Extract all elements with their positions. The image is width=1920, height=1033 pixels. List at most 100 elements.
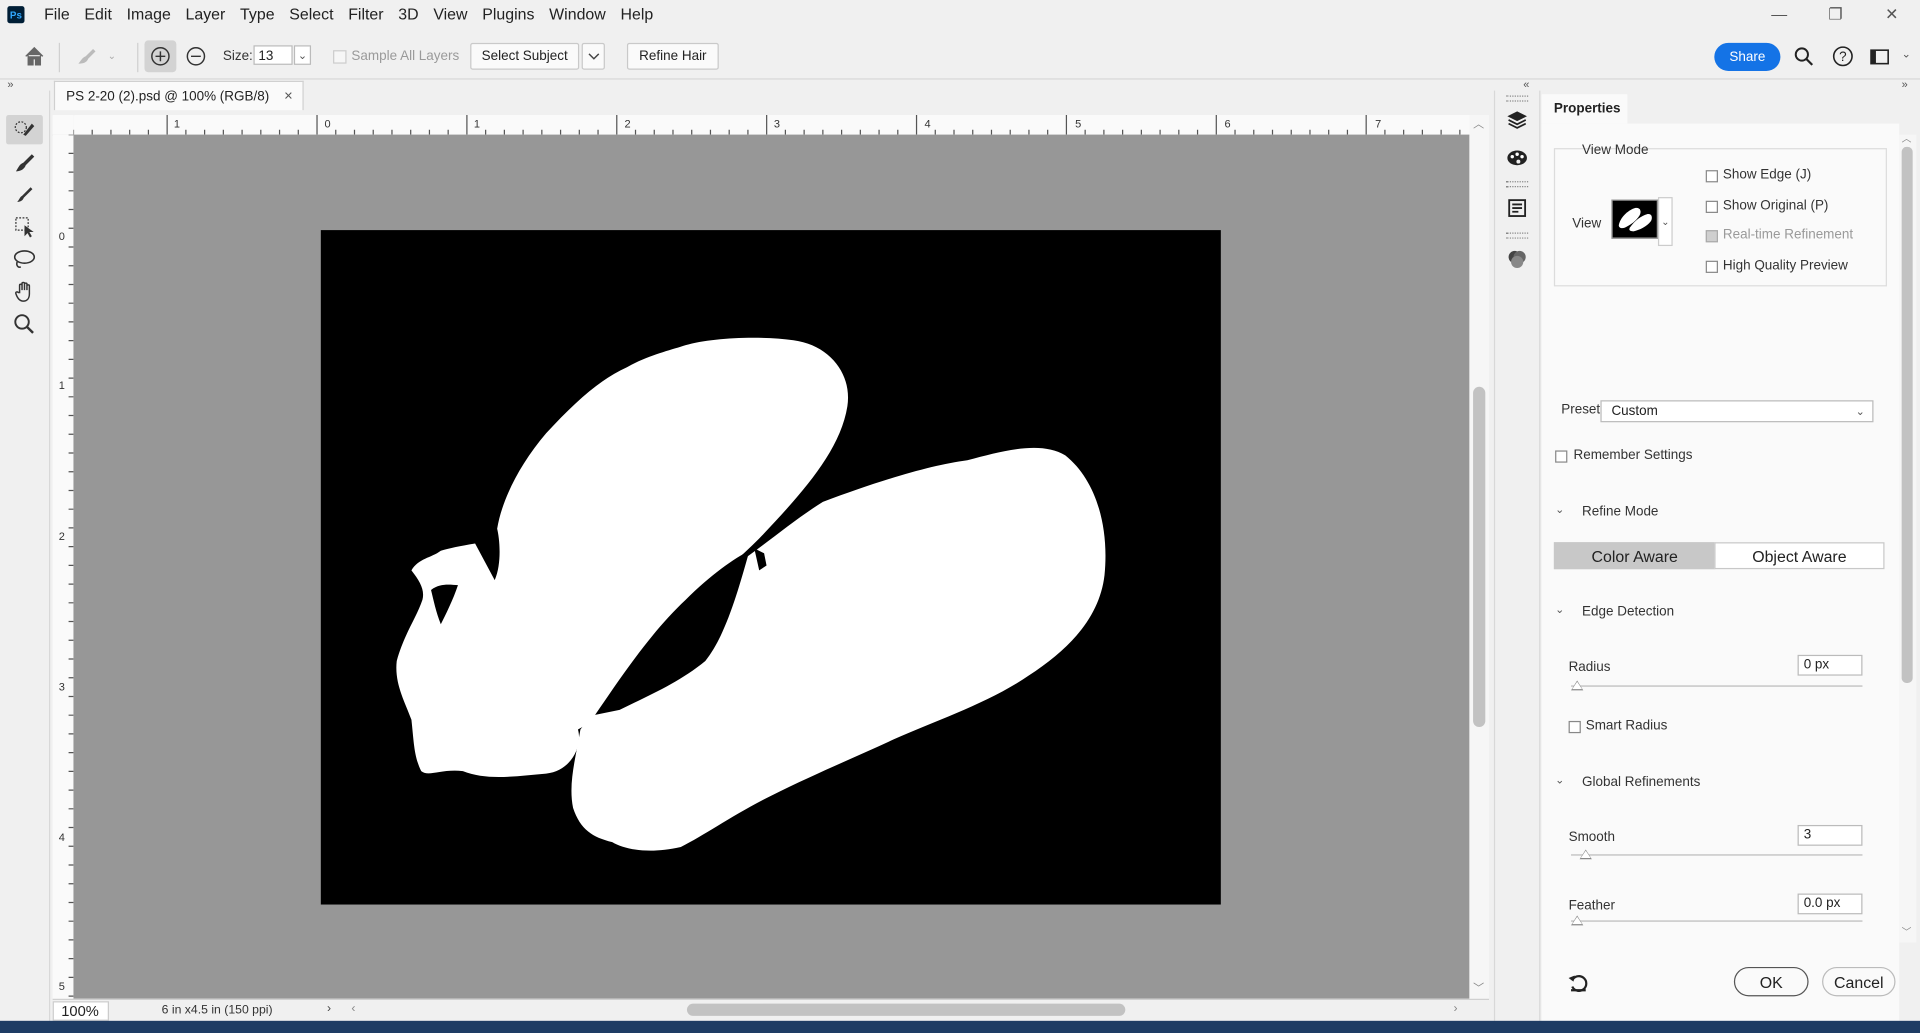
menu-plugins[interactable]: Plugins [475, 0, 542, 29]
horizontal-ruler[interactable]: 1 0 1 2 3 4 5 6 7 [73, 115, 1472, 136]
scroll-up-icon[interactable]: ︿ [1473, 115, 1484, 131]
feather-input[interactable]: 0.0 px [1797, 893, 1863, 915]
layers-icon[interactable] [1505, 108, 1529, 132]
show-edge-checkbox[interactable] [1705, 170, 1718, 183]
smooth-slider-track[interactable] [1571, 854, 1863, 856]
scrollbar-thumb[interactable] [1473, 386, 1486, 728]
reset-icon[interactable] [1566, 971, 1590, 995]
menu-edit[interactable]: Edit [77, 0, 119, 29]
sample-all-layers-checkbox[interactable] [333, 50, 347, 64]
size-input[interactable]: 13 [253, 45, 293, 65]
menu-3d[interactable]: 3D [391, 0, 426, 29]
radius-slider-thumb[interactable] [1571, 680, 1584, 691]
object-selection-tool-icon[interactable] [6, 212, 43, 241]
search-icon[interactable] [1793, 45, 1815, 67]
smart-radius-checkbox[interactable] [1568, 720, 1581, 734]
ruler-origin[interactable] [52, 115, 75, 136]
quick-selection-tool-icon[interactable] [6, 115, 43, 145]
scroll-right-icon[interactable]: › [1453, 1002, 1457, 1015]
global-refinements-chevron-icon[interactable]: ⌄ [1555, 774, 1564, 787]
horizontal-scrollbar-thumb[interactable] [686, 1003, 1126, 1016]
canvas-vertical-scrollbar[interactable]: ︿ ﹀ [1469, 115, 1489, 999]
panel-grip[interactable] [1506, 95, 1529, 102]
collapse-toolbar-icon[interactable]: » [7, 78, 13, 90]
collapse-panels-icon[interactable]: « [1523, 78, 1529, 90]
feather-slider-thumb[interactable] [1571, 915, 1584, 926]
lasso-tool-icon[interactable] [6, 245, 43, 274]
edge-detection-title[interactable]: Edge Detection [1582, 605, 1674, 620]
document-canvas[interactable] [73, 135, 1469, 999]
feather-slider-track[interactable] [1571, 920, 1863, 922]
view-dropdown-icon[interactable]: ⌄ [1657, 197, 1673, 247]
refine-mode-chevron-icon[interactable]: ⌄ [1555, 503, 1564, 516]
scroll-down-icon[interactable]: ﹀ [1902, 925, 1912, 938]
refine-edge-brush-icon[interactable] [6, 148, 43, 177]
channels-icon[interactable] [1505, 247, 1529, 271]
minimize-button[interactable]: — [1751, 0, 1807, 29]
menu-view[interactable]: View [426, 0, 475, 29]
document-tab[interactable]: PS 2-20 (2).psd @ 100% (RGB/8) × [53, 80, 304, 111]
zoom-tool-icon[interactable] [6, 310, 43, 339]
refine-hair-button[interactable]: Refine Hair [626, 42, 719, 70]
menu-image[interactable]: Image [119, 0, 178, 29]
realtime-refinement-checkbox[interactable] [1705, 230, 1718, 243]
properties-scrollbar-thumb[interactable] [1901, 146, 1913, 683]
expand-panels-icon[interactable]: » [1902, 78, 1908, 90]
size-dropdown-icon[interactable]: ⌄ [293, 45, 312, 65]
close-tab-icon[interactable]: × [284, 87, 293, 104]
close-window-button[interactable]: ✕ [1864, 0, 1920, 29]
workspace-chevron-icon[interactable]: ⌄ [1902, 48, 1911, 61]
refine-mode-title[interactable]: Refine Mode [1582, 504, 1658, 519]
add-to-selection-icon[interactable] [144, 40, 177, 73]
smooth-input[interactable]: 3 [1797, 824, 1863, 846]
select-subject-dropdown-icon[interactable] [581, 42, 605, 70]
brush-tool-icon[interactable] [6, 180, 43, 209]
document-info[interactable]: 6 in x4.5 in (150 ppi) [162, 1004, 273, 1017]
color-palette-icon[interactable] [1505, 144, 1529, 168]
menu-filter[interactable]: Filter [341, 0, 391, 29]
menu-window[interactable]: Window [542, 0, 613, 29]
restore-button[interactable]: ❐ [1807, 0, 1863, 29]
subtract-from-selection-icon[interactable] [180, 40, 212, 72]
menu-layer[interactable]: Layer [178, 0, 233, 29]
object-aware-button[interactable]: Object Aware [1714, 542, 1885, 570]
properties-panel: Properties View Mode View ⌄ Show Edge (J… [1541, 90, 1900, 1021]
menu-file[interactable]: File [37, 0, 77, 29]
view-preview-thumbnail[interactable] [1611, 199, 1658, 239]
radius-slider-track[interactable] [1571, 685, 1863, 687]
menu-select[interactable]: Select [282, 0, 341, 29]
share-button[interactable]: Share [1714, 42, 1781, 71]
help-icon[interactable]: ? [1832, 45, 1854, 67]
chevron-right-icon[interactable]: › [327, 1002, 331, 1015]
ok-button[interactable]: OK [1733, 966, 1809, 997]
zoom-level-field[interactable]: 100% [52, 1001, 109, 1021]
scroll-up-icon[interactable]: ︿ [1902, 132, 1912, 145]
radius-input[interactable]: 0 px [1797, 654, 1863, 676]
cancel-button[interactable]: Cancel [1822, 966, 1896, 997]
brush-preset-icon[interactable] [71, 40, 103, 72]
color-aware-button[interactable]: Color Aware [1553, 542, 1716, 570]
home-icon[interactable] [22, 44, 46, 68]
smooth-slider-thumb[interactable] [1579, 849, 1592, 860]
menu-help[interactable]: Help [613, 0, 660, 29]
hand-tool-icon[interactable] [6, 277, 43, 306]
panel-grip[interactable] [1506, 181, 1529, 188]
remember-settings-checkbox[interactable] [1555, 450, 1568, 463]
properties-tab[interactable]: Properties [1541, 94, 1628, 124]
workspace-icon[interactable] [1869, 45, 1891, 67]
global-refinements-title[interactable]: Global Refinements [1582, 775, 1700, 790]
scroll-left-icon[interactable]: ‹ [351, 1002, 355, 1015]
select-subject-button[interactable]: Select Subject [470, 42, 580, 70]
panel-grip[interactable] [1506, 232, 1529, 239]
vertical-ruler[interactable]: 0 1 2 3 4 5 [52, 134, 75, 999]
menu-type[interactable]: Type [233, 0, 282, 29]
properties-scrollbar[interactable]: ︿ ﹀ [1899, 132, 1917, 943]
scroll-down-icon[interactable]: ﹀ [1473, 979, 1484, 995]
chevron-down-icon[interactable]: ⌄ [108, 50, 116, 61]
high-quality-preview-checkbox[interactable] [1705, 260, 1718, 273]
show-original-checkbox[interactable] [1705, 200, 1718, 213]
edge-detection-chevron-icon[interactable]: ⌄ [1555, 603, 1564, 616]
preset-select[interactable]: Custom ⌄ [1600, 400, 1874, 423]
canvas-area[interactable] [73, 134, 1470, 999]
properties-panel-icon[interactable] [1505, 196, 1529, 220]
